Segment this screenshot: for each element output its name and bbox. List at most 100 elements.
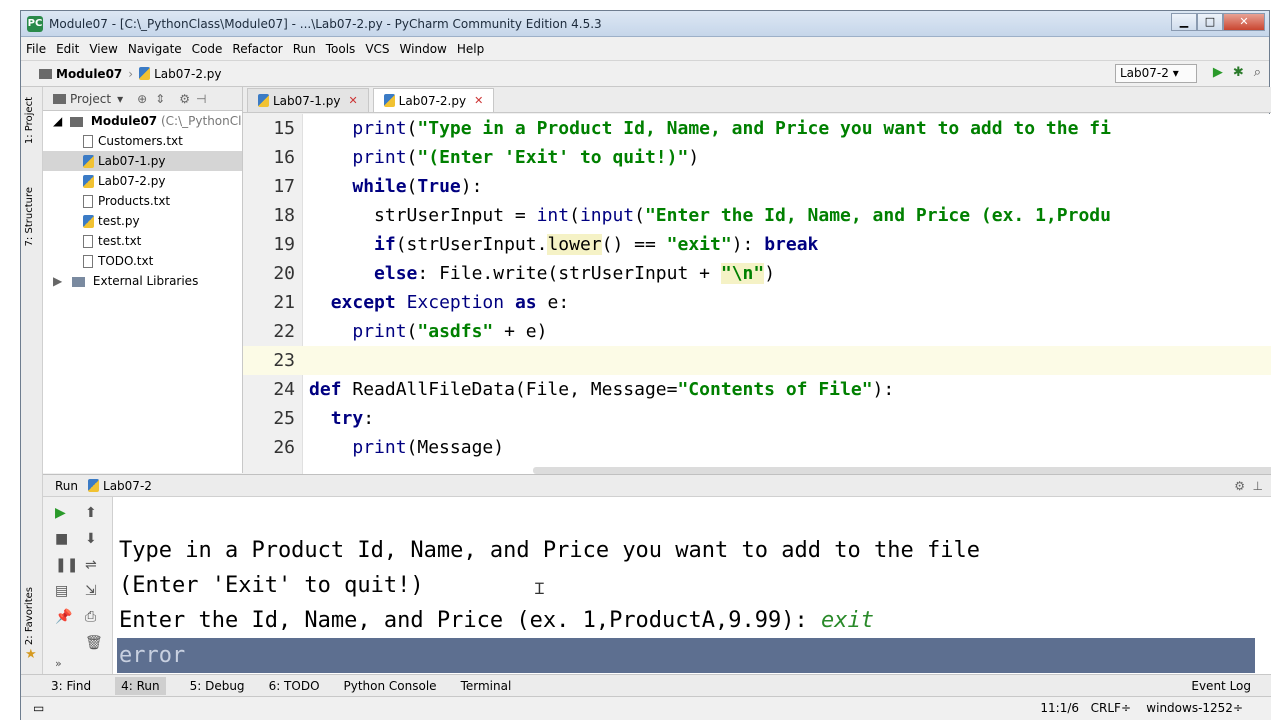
file-encoding[interactable]: windows-1252÷ <box>1146 701 1243 715</box>
console-user-input: exit <box>821 608 874 633</box>
file-name: test.txt <box>98 234 142 248</box>
tab-todo[interactable]: 6: TODO <box>269 679 320 693</box>
stop-icon[interactable]: ■ <box>55 531 68 547</box>
code-line: 25 try: <box>243 404 1271 433</box>
code-line: 20 else: File.write(strUserInput + "\n") <box>243 259 1271 288</box>
breadcrumb-project[interactable]: Module07 <box>56 67 122 81</box>
tree-file[interactable]: Products.txt <box>43 191 242 211</box>
menu-code[interactable]: Code <box>187 42 228 56</box>
down-arrow-icon[interactable]: ⬇ <box>85 531 97 547</box>
tab-debug[interactable]: 5: Debug <box>190 679 245 693</box>
line-number: 17 <box>273 176 295 197</box>
menu-vcs[interactable]: VCS <box>360 42 394 56</box>
menu-file[interactable]: File <box>21 42 51 56</box>
tab-terminal[interactable]: Terminal <box>461 679 512 693</box>
run-panel-config: Lab07-2 <box>103 478 152 493</box>
gear-icon[interactable]: ⚙ <box>179 92 190 106</box>
soft-wrap-icon[interactable]: ⇌ <box>85 557 97 573</box>
menu-edit[interactable]: Edit <box>51 42 84 56</box>
pin-icon[interactable]: 📌 <box>55 609 72 625</box>
close-tab-icon[interactable]: ✕ <box>348 94 357 107</box>
layout-icon[interactable]: ▤ <box>55 583 68 599</box>
tab-structure[interactable]: 7: Structure <box>24 187 35 246</box>
run-icon[interactable]: ▶ <box>1213 65 1223 80</box>
python-file-icon <box>83 175 94 188</box>
left-tool-strip: 1: Project 7: Structure 2: Favorites ★ <box>21 87 43 685</box>
debug-icon[interactable]: ✱ <box>1233 65 1244 80</box>
external-libraries-label: External Libraries <box>92 274 199 288</box>
horizontal-scrollbar[interactable] <box>533 467 1271 474</box>
tab-run[interactable]: 4: Run <box>115 676 166 695</box>
up-arrow-icon[interactable]: ⬆ <box>85 505 97 521</box>
breadcrumb-file[interactable]: Lab07-2.py <box>154 67 221 81</box>
menu-tools[interactable]: Tools <box>321 42 361 56</box>
folder-icon <box>70 116 84 127</box>
close-button[interactable]: ✕ <box>1223 13 1265 31</box>
line-number: 24 <box>273 379 295 400</box>
star-icon[interactable]: ★ <box>25 647 37 662</box>
gear-icon[interactable]: ⚙ <box>1234 479 1245 493</box>
line-number: 23 <box>273 350 295 371</box>
scroll-to-end-icon[interactable]: ⇲ <box>85 583 97 599</box>
tree-file[interactable]: test.py <box>43 211 242 231</box>
code-line: 22 print("asdfs" + e) <box>243 317 1271 346</box>
hide-icon[interactable]: ⊣ <box>196 92 206 106</box>
chevron-down-icon[interactable]: ▾ <box>117 92 123 106</box>
tree-root[interactable]: ◢ Module07 (C:\_PythonClass <box>43 111 242 131</box>
tab-lab07-2[interactable]: Lab07-2.py ✕ <box>372 88 495 112</box>
sync-icon[interactable]: ⊕ <box>137 92 147 106</box>
menu-run[interactable]: Run <box>288 42 321 56</box>
run-panel-title: Run <box>55 478 79 493</box>
python-file-icon <box>258 94 269 107</box>
tree-file[interactable]: Lab07-2.py <box>43 171 242 191</box>
tree-file[interactable]: test.txt <box>43 231 242 251</box>
tree-file[interactable]: TODO.txt <box>43 251 242 271</box>
collapse-icon[interactable]: ⇕ <box>155 92 165 106</box>
menu-help[interactable]: Help <box>452 42 489 56</box>
minimize-button[interactable]: ▁ <box>1171 13 1197 31</box>
tab-python-console[interactable]: Python Console <box>344 679 437 693</box>
root-folder-name: Module07 <box>90 114 158 128</box>
pause-icon[interactable]: ❚❚ <box>55 557 78 573</box>
file-name: Lab07-2.py <box>98 174 166 188</box>
ide-window: PC Module07 - [C:\_PythonClass\Module07]… <box>20 10 1271 720</box>
more-icon[interactable]: » <box>55 657 62 670</box>
tab-find[interactable]: 3: Find <box>51 679 91 693</box>
line-separator[interactable]: CRLF÷ <box>1091 701 1131 715</box>
tree-external-libraries[interactable]: ▶ External Libraries <box>43 271 242 291</box>
search-icon[interactable]: ⌕ <box>1254 65 1261 80</box>
menu-refactor[interactable]: Refactor <box>227 42 287 56</box>
run-config-label: Lab07-2 <box>1120 66 1169 80</box>
event-log-button[interactable]: Event Log <box>1191 679 1251 693</box>
line-number: 25 <box>273 408 295 429</box>
code-editor[interactable]: 15 print("Type in a Product Id, Name, an… <box>243 114 1271 474</box>
close-tab-icon[interactable]: ✕ <box>474 94 483 107</box>
editor-tab-bar: Lab07-1.py ✕ Lab07-2.py ✕ <box>243 87 1271 113</box>
tab-lab07-1[interactable]: Lab07-1.py ✕ <box>247 88 369 112</box>
text-file-icon <box>83 235 93 248</box>
menu-navigate[interactable]: Navigate <box>123 42 187 56</box>
tree-file[interactable]: Lab07-1.py <box>43 151 242 171</box>
maximize-button[interactable]: □ <box>1197 13 1223 31</box>
tree-file[interactable]: Customers.txt <box>43 131 242 151</box>
code-text: print(Message) <box>352 437 505 458</box>
code-text: print("(Enter 'Exit' to quit!)") <box>352 147 700 168</box>
run-config-select[interactable]: Lab07-2 ▾ <box>1115 64 1197 83</box>
tab-favorites[interactable]: 2: Favorites <box>24 587 35 645</box>
menu-view[interactable]: View <box>84 42 122 56</box>
console-line: Type in a Product Id, Name, and Price yo… <box>119 538 980 563</box>
trash-icon[interactable]: 🗑 <box>85 635 103 651</box>
menu-window[interactable]: Window <box>395 42 452 56</box>
toggle-tool-windows-icon[interactable]: ▭ <box>33 701 44 715</box>
code-text: if(strUserInput.lower() == "exit"): brea… <box>374 234 819 255</box>
rerun-icon[interactable]: ▶ <box>55 505 66 521</box>
menu-bar: File Edit View Navigate Code Refactor Ru… <box>21 37 1269 61</box>
project-panel-title[interactable]: Project <box>70 92 111 106</box>
print-icon[interactable]: ⎙ <box>85 609 96 625</box>
tab-project[interactable]: 1: Project <box>24 97 35 144</box>
caret-position[interactable]: 11:1/6 <box>1040 701 1079 715</box>
hide-icon[interactable]: ⊥ <box>1253 479 1263 493</box>
console-output[interactable]: Type in a Product Id, Name, and Price yo… <box>117 497 1269 675</box>
run-panel-header: Run Lab07-2 ⚙ ⊥ <box>43 475 1271 497</box>
line-number: 19 <box>273 234 295 255</box>
